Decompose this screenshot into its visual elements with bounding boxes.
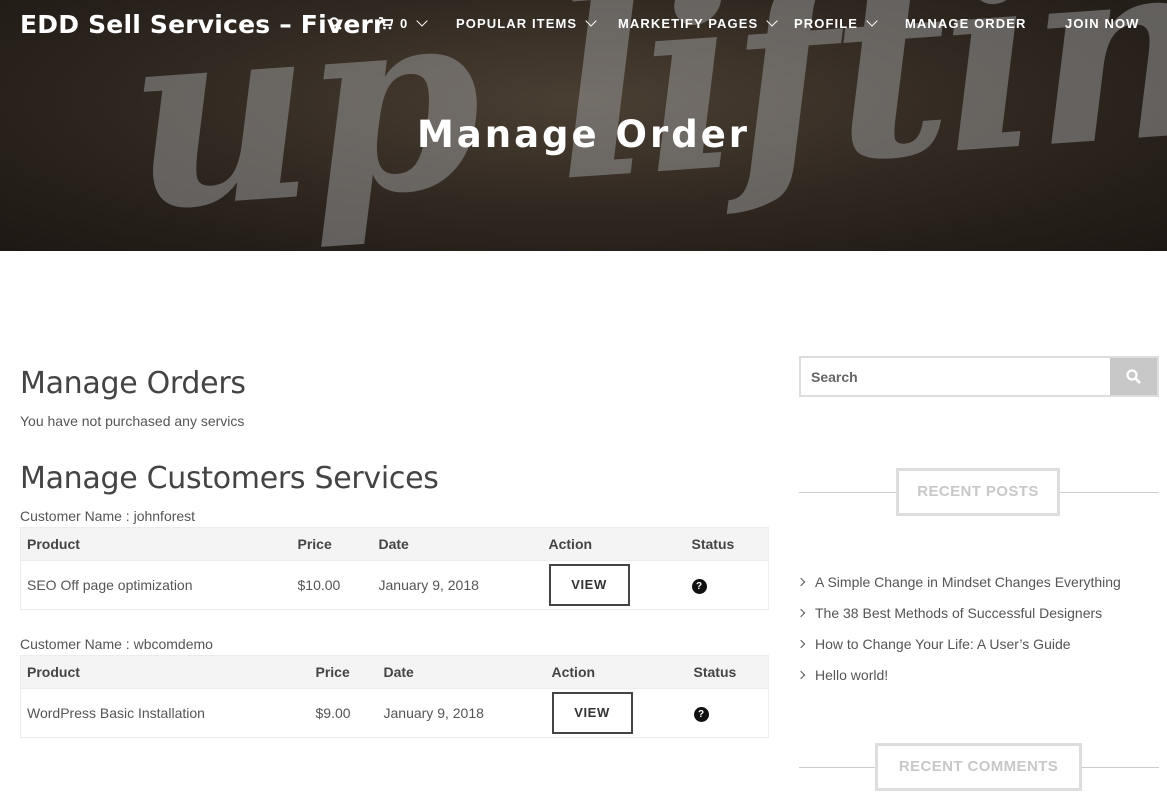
status-cell: ?	[685, 560, 769, 610]
table-row: WordPress Basic Installation $9.00 Janua…	[20, 688, 769, 738]
cart-menu[interactable]: 0	[379, 15, 429, 31]
price-cell: $9.00	[309, 688, 378, 738]
chevron-down-icon	[416, 15, 429, 27]
status-cell: ?	[687, 688, 769, 738]
column-header-action: Action	[542, 527, 686, 561]
main-content: Manage Orders You have not purchased any…	[20, 366, 770, 738]
cart-icon	[379, 17, 393, 30]
column-header-date: Date	[372, 527, 543, 561]
table-row: SEO Off page optimization $10.00 January…	[20, 560, 769, 610]
column-header-date: Date	[377, 655, 546, 689]
post-title: The 38 Best Methods of Successful Design…	[815, 604, 1103, 621]
recent-posts-title: RECENT POSTS	[896, 468, 1060, 516]
chevron-right-icon	[796, 577, 806, 586]
search-icon	[1126, 369, 1141, 384]
main-nav: 0 POPULAR ITEMS MARKETIFY PAGES PROFILE …	[0, 15, 1167, 36]
recent-comments-widget-title: RECENT COMMENTS	[799, 743, 1159, 791]
post-title: How to Change Your Life: A User’s Guide	[815, 635, 1071, 652]
action-cell: VIEW	[542, 560, 686, 610]
search-icon[interactable]	[329, 17, 342, 30]
nav-item-label: MANAGE ORDER	[905, 16, 1027, 31]
date-cell: January 9, 2018	[372, 560, 543, 610]
view-button[interactable]: VIEW	[551, 692, 633, 734]
nav-item-label: MARKETIFY PAGES	[618, 16, 759, 31]
post-title: Hello world!	[815, 666, 889, 683]
manage-orders-heading: Manage Orders	[20, 366, 246, 401]
column-header-price: Price	[309, 655, 378, 689]
recent-post-link[interactable]: Hello world!	[796, 659, 1121, 690]
chevron-right-icon	[796, 608, 806, 617]
product-cell: SEO Off page optimization	[20, 560, 292, 610]
nav-item-label: JOIN NOW	[1065, 16, 1140, 31]
column-header-status: Status	[687, 655, 769, 689]
sidebar-search	[799, 356, 1159, 397]
recent-comments-title: RECENT COMMENTS	[875, 743, 1082, 791]
column-header-product: Product	[20, 527, 292, 561]
customer-name: Customer Name : johnforest	[20, 508, 196, 524]
orders-empty-note: You have not purchased any servics	[20, 413, 245, 429]
nav-item-join-now[interactable]: JOIN NOW	[1065, 16, 1140, 31]
search-button[interactable]	[1110, 358, 1157, 395]
nav-item-label: POPULAR ITEMS	[456, 16, 578, 31]
nav-item-label: PROFILE	[794, 16, 859, 31]
status-help-icon[interactable]: ?	[693, 707, 709, 722]
column-header-status: Status	[685, 527, 769, 561]
nav-item-profile[interactable]: PROFILE	[794, 15, 878, 31]
nav-item-popular-items[interactable]: POPULAR ITEMS	[456, 15, 597, 31]
manage-customers-heading: Manage Customers Services	[20, 461, 439, 496]
chevron-down-icon	[766, 15, 778, 27]
status-help-icon[interactable]: ?	[691, 579, 707, 594]
recent-post-link[interactable]: The 38 Best Methods of Successful Design…	[796, 597, 1121, 628]
hero-banner: up lifting EDD Sell Services – Fiverr 0 …	[0, 0, 1167, 251]
recent-post-link[interactable]: How to Change Your Life: A User’s Guide	[796, 628, 1121, 659]
customer-name: Customer Name : wbcomdemo	[20, 636, 213, 652]
recent-post-link[interactable]: A Simple Change in Mindset Changes Every…	[796, 566, 1121, 597]
page-title: Manage Order	[416, 113, 751, 156]
nav-item-manage-order[interactable]: MANAGE ORDER	[905, 16, 1027, 31]
chevron-right-icon	[796, 639, 806, 648]
column-header-price: Price	[291, 527, 373, 561]
view-button[interactable]: VIEW	[548, 564, 630, 606]
chevron-down-icon	[866, 15, 878, 27]
action-cell: VIEW	[545, 688, 688, 738]
post-title: A Simple Change in Mindset Changes Every…	[815, 573, 1121, 590]
nav-item-marketify-pages[interactable]: MARKETIFY PAGES	[618, 15, 778, 31]
table-header-row: Product Price Date Action Status	[20, 527, 769, 561]
chevron-right-icon	[796, 670, 806, 679]
date-cell: January 9, 2018	[377, 688, 546, 738]
cart-count: 0	[400, 16, 409, 31]
chevron-down-icon	[585, 15, 597, 27]
column-header-action: Action	[545, 655, 688, 689]
recent-posts-widget-title: RECENT POSTS	[799, 468, 1159, 516]
search-input[interactable]	[801, 358, 1110, 395]
column-header-product: Product	[20, 655, 310, 689]
product-cell: WordPress Basic Installation	[20, 688, 310, 738]
table-header-row: Product Price Date Action Status	[20, 655, 769, 689]
recent-posts-list: A Simple Change in Mindset Changes Every…	[796, 566, 1121, 690]
price-cell: $10.00	[291, 560, 373, 610]
customer-orders-table: Product Price Date Action Status WordPre…	[20, 655, 769, 738]
customer-orders-table: Product Price Date Action Status SEO Off…	[20, 527, 769, 610]
